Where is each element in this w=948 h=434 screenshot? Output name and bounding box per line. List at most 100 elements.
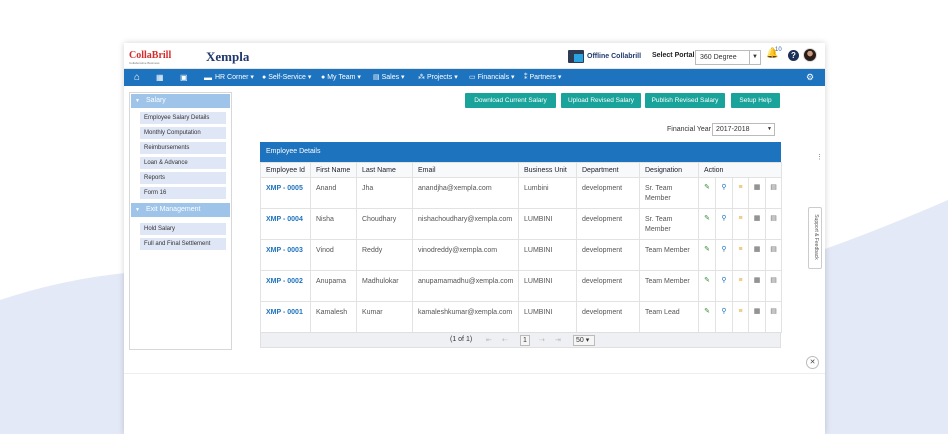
footer-divider xyxy=(124,373,825,374)
sidebar-item-reports[interactable]: Reports xyxy=(140,172,226,185)
list-icon[interactable]: ≡ xyxy=(738,184,742,191)
nav-my-team[interactable]: ● My Team ▾ xyxy=(321,73,361,81)
action-cell: ⚲ xyxy=(715,301,733,333)
edit-icon[interactable]: ✎ xyxy=(704,184,710,191)
publish-revised-salary-button[interactable]: Publish Revised Salary xyxy=(645,93,725,108)
page-info: (1 of 1) xyxy=(450,336,473,343)
calculator-icon[interactable]: ▦ xyxy=(754,246,761,253)
list-icon[interactable]: ≡ xyxy=(738,308,742,315)
email-cell: kamaleshkumar@xempla.com xyxy=(412,301,519,333)
prev-page-icon[interactable]: ⇠ xyxy=(502,336,508,344)
sidebar-section-label: Salary xyxy=(145,97,166,104)
header-department[interactable]: Department xyxy=(576,162,640,178)
nav-projects[interactable]: ⁂ Projects ▾ xyxy=(418,73,458,81)
list-icon[interactable]: ≡ xyxy=(738,215,742,222)
action-cell: ▤ xyxy=(765,208,782,240)
chart-icon: ▤ xyxy=(373,74,380,81)
sitemap-icon: ⁂ xyxy=(418,74,425,81)
header-email[interactable]: Email xyxy=(412,162,519,178)
first-page-icon[interactable]: ⇤ xyxy=(486,336,492,344)
page-number-button[interactable]: 1 xyxy=(520,335,530,346)
gear-icon[interactable]: ⚙ xyxy=(806,71,814,84)
close-icon[interactable]: ✕ xyxy=(806,356,819,369)
setup-help-button[interactable]: Setup Help xyxy=(731,93,780,108)
sidebar-item-hold-salary[interactable]: Hold Salary xyxy=(140,223,226,236)
sidebar-item-form-16[interactable]: Form 16 xyxy=(140,187,226,200)
edit-icon[interactable]: ✎ xyxy=(704,246,710,253)
employee-id-link[interactable]: XMP - 0001 xyxy=(260,301,311,333)
department-cell: development xyxy=(576,301,640,333)
upload-revised-salary-button[interactable]: Upload Revised Salary xyxy=(561,93,641,108)
list-icon[interactable]: ≡ xyxy=(738,277,742,284)
bus-icon[interactable]: ▣ xyxy=(180,71,188,84)
sidebar-item-monthly-computation[interactable]: Monthly Computation xyxy=(140,127,226,140)
calculator-icon[interactable]: ▦ xyxy=(754,184,761,191)
edit-icon[interactable]: ✎ xyxy=(704,215,710,222)
search-icon[interactable]: ⚲ xyxy=(721,308,726,315)
document-icon[interactable]: ▤ xyxy=(770,184,777,191)
action-cell: ✎ xyxy=(698,301,716,333)
support-feedback-tab[interactable]: Support & Feedback xyxy=(808,207,822,269)
document-icon[interactable]: ▤ xyxy=(770,308,777,315)
calculator-icon[interactable]: ▦ xyxy=(754,277,761,284)
list-icon[interactable]: ≡ xyxy=(738,246,742,253)
avatar[interactable] xyxy=(803,48,817,62)
sidebar-section-salary[interactable]: ▼ Salary xyxy=(131,94,230,108)
employee-id-link[interactable]: XMP - 0005 xyxy=(260,177,311,209)
search-icon[interactable]: ⚲ xyxy=(721,215,726,222)
nav-label: HR Corner xyxy=(215,74,249,81)
employee-id-link[interactable]: XMP - 0004 xyxy=(260,208,311,240)
edit-icon[interactable]: ✎ xyxy=(704,308,710,315)
sidebar-section-exit[interactable]: ▼ Exit Management xyxy=(131,203,230,217)
sidebar-item-employee-salary-details[interactable]: Employee Salary Details xyxy=(140,112,226,125)
table-row: XMP - 0002 Anupama Madhulokar anupamamadhu@… xyxy=(260,270,782,302)
header-employee-id[interactable]: Employee Id xyxy=(260,162,311,178)
main-navbar: ⌂ ▦ ▣ ▬ HR Corner ▾ ● Self-Service ▾ ● M… xyxy=(124,69,825,86)
calendar-icon[interactable]: ▦ xyxy=(156,71,164,84)
more-options-icon[interactable]: ⋮ xyxy=(816,153,823,161)
header-first-name[interactable]: First Name xyxy=(310,162,357,178)
chevron-down-icon: ▼ xyxy=(135,207,140,213)
nav-sales[interactable]: ▤ Sales ▾ xyxy=(373,73,405,81)
action-cell: ≡ xyxy=(732,270,749,302)
document-icon[interactable]: ▤ xyxy=(770,246,777,253)
search-icon[interactable]: ⚲ xyxy=(721,277,726,284)
offline-collabrill-link[interactable]: Offline Collabrill xyxy=(568,50,641,63)
employee-id-link[interactable]: XMP - 0002 xyxy=(260,270,311,302)
calculator-icon[interactable]: ▦ xyxy=(754,308,761,315)
employee-id-link[interactable]: XMP - 0003 xyxy=(260,239,311,271)
last-page-icon[interactable]: ⇥ xyxy=(555,336,561,344)
help-icon[interactable]: ? xyxy=(788,50,799,61)
sidebar-item-full-final[interactable]: Full and Final Settlement xyxy=(140,238,226,251)
offline-label: Offline Collabrill xyxy=(587,53,642,60)
home-icon[interactable]: ⌂ xyxy=(134,71,140,84)
designation-cell: Team Member xyxy=(639,270,699,302)
sidebar-item-loan-advance[interactable]: Loan & Advance xyxy=(140,157,226,170)
action-cell: ▤ xyxy=(765,177,782,209)
document-icon[interactable]: ▤ xyxy=(770,215,777,222)
nav-financials[interactable]: ▭ Financials ▾ xyxy=(469,73,515,81)
nav-partners[interactable]: ⁑ Partners ▾ xyxy=(524,73,561,81)
nav-self-service[interactable]: ● Self-Service ▾ xyxy=(262,73,311,81)
page-size-select[interactable]: 50 ▾ xyxy=(573,335,595,346)
search-icon[interactable]: ⚲ xyxy=(721,246,726,253)
sidebar-item-reimbursements[interactable]: Reimbursements xyxy=(140,142,226,155)
header-designation[interactable]: Designation xyxy=(639,162,699,178)
collabrill-logo-sub: Collaborative Business xyxy=(129,61,160,65)
document-icon[interactable]: ▤ xyxy=(770,277,777,284)
portal-select[interactable]: 360 Degree ▼ xyxy=(695,50,761,65)
calculator-icon[interactable]: ▦ xyxy=(754,215,761,222)
action-cell: ▦ xyxy=(748,239,766,271)
header-last-name[interactable]: Last Name xyxy=(356,162,413,178)
portal-label: Select Portal: xyxy=(652,52,697,59)
nav-hr-corner[interactable]: HR Corner ▾ xyxy=(215,73,254,81)
edit-icon[interactable]: ✎ xyxy=(704,277,710,284)
action-cell: ≡ xyxy=(732,208,749,240)
designation-cell: Sr. Team Member xyxy=(639,177,699,209)
search-icon[interactable]: ⚲ xyxy=(721,184,726,191)
financial-year-select[interactable]: 2017-2018 ▼ xyxy=(712,123,775,136)
table-row: XMP - 0004 Nisha Choudhary nishachoudhary@x… xyxy=(260,208,782,240)
header-business-unit[interactable]: Business Unit xyxy=(518,162,577,178)
download-current-salary-button[interactable]: Download Current Salary xyxy=(465,93,556,108)
next-page-icon[interactable]: ⇢ xyxy=(539,336,545,344)
